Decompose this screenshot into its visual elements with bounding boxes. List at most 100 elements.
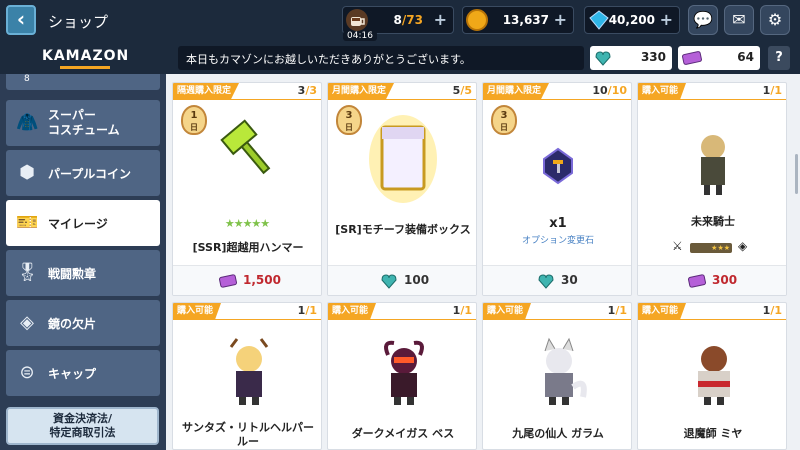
ticket-icon: 🎫 — [16, 212, 39, 233]
shop-item-card[interactable]: 購入可能 1/1 退魔師 ミヤ — [637, 302, 787, 450]
purchase-count: 1/1 — [297, 304, 317, 317]
purchase-count: 5/5 — [452, 84, 472, 97]
heart-gem-icon — [538, 274, 554, 289]
sidebar-item-label: パープルコイン — [48, 167, 132, 181]
coffee-icon — [346, 9, 368, 31]
help-button[interactable]: ? — [768, 46, 790, 70]
sidebar-item-super-costume[interactable]: 🧥 スーパー コスチューム — [6, 100, 160, 146]
day-reset-badge: 3日 — [336, 105, 362, 135]
option-stone-icon — [538, 145, 578, 185]
price-row: 30 — [483, 265, 631, 295]
kamazon-logo: KAMAZON — [42, 48, 130, 64]
star-rank-icon: ★★★ — [690, 243, 732, 253]
shop-item-card[interactable]: 月間購入限定 10/10 3日 x1 オプション変更石 30 — [482, 82, 632, 296]
chat-button[interactable]: 💬 — [688, 5, 718, 35]
heart-currency: 330 — [590, 46, 672, 70]
shop-item-card[interactable]: 月間購入限定 5/5 3日 [SR]モチーフ装備ボックス 100 — [327, 82, 477, 296]
purchase-limit-tag: 購入可能 — [173, 303, 222, 319]
sidebar-item-label: 鏡の欠片 — [48, 317, 97, 331]
rarity-stars: ★★★★★ — [224, 217, 270, 230]
purple-coin-icon: ⬢ — [19, 162, 35, 183]
item-quantity: x1 — [549, 216, 567, 231]
character-sprite — [374, 337, 434, 407]
legal-info-button[interactable]: 資金決済法/ 特定商取引法 — [6, 407, 159, 445]
shop-item-card[interactable]: 隔週購入限定 3/3 1日 ★★★★★ [SSR]超越用ハンマー 1,500 — [172, 82, 322, 296]
gold-display: 13,637 + — [462, 6, 574, 34]
item-name: オプション変更石 — [521, 236, 594, 246]
item-name: ダークメイガス ベス — [351, 427, 455, 440]
item-name: [SR]モチーフ装備ボックス — [335, 223, 471, 236]
sidebar-item-battle-medal[interactable]: 🎖 戦闘勲章 — [6, 250, 160, 296]
gem-value: 40,200 — [608, 13, 655, 27]
purchase-limit-tag: 月間購入限定 — [483, 83, 550, 99]
item-name: 退魔師 ミヤ — [683, 427, 743, 440]
ticket-currency-value: 64 — [737, 50, 754, 64]
purchase-count: 1/1 — [452, 304, 472, 317]
stamina-plus-button[interactable]: + — [434, 10, 447, 29]
gold-plus-button[interactable]: + — [554, 10, 567, 29]
gem-plus-button[interactable]: + — [660, 10, 673, 29]
price-row: 1,500 — [173, 265, 321, 295]
mail-icon: ✉ — [732, 10, 746, 29]
sidebar-item-mileage[interactable]: 🎫 マイレージ — [6, 200, 160, 246]
sidebar-item-mirror-shard[interactable]: ◈ 鏡の欠片 — [6, 300, 160, 346]
item-name: 九尾の仙人 ガラム — [512, 427, 604, 440]
gold-value: 13,637 — [502, 13, 549, 27]
character-sprite — [686, 127, 740, 197]
shop-item-card[interactable]: 購入可能 1/1 未来騎士 ⚔ ★★★ ◈ 300 — [637, 82, 787, 296]
equipment-box-icon — [368, 109, 438, 209]
day-reset-badge: 3日 — [491, 105, 517, 135]
medal-icon: 🎖 — [16, 262, 39, 283]
notice-banner: 本日もカマゾンにお越しいただきありがとうございます。 — [178, 46, 584, 70]
purchase-limit-tag: 購入可能 — [328, 303, 377, 319]
shop-item-card[interactable]: 購入可能 1/1 九尾の仙人 ガラム — [482, 302, 632, 450]
item-name: サンタズ・リトルヘルパー ルー — [182, 421, 314, 448]
element-icon: ◈ — [738, 239, 748, 253]
purchase-count: 10/10 — [592, 84, 627, 97]
gold-coin-icon — [466, 9, 488, 31]
back-button[interactable]: ‹ — [6, 5, 36, 35]
stamina-value: 8 — [393, 13, 402, 27]
stamina-display: 8/73 + 04:16 — [342, 6, 454, 41]
top-bar: ‹ ショップ 8/73 + 04:16 13,637 + 40,200 + 💬 … — [0, 0, 800, 42]
heart-gem-icon — [594, 49, 612, 67]
price-value: 1,500 — [243, 273, 281, 287]
character-sprite — [529, 337, 589, 407]
gear-icon: ⚙ — [767, 10, 783, 29]
stamina-max: /73 — [401, 13, 423, 27]
mail-button[interactable]: ✉ — [724, 5, 754, 35]
purchase-limit-tag: 購入可能 — [638, 83, 687, 99]
category-sidebar: 8 🧥 スーパー コスチューム ⬢ パープルコイン 🎫 マイレージ 🎖 戦闘勲章… — [0, 74, 166, 450]
character-attributes: ⚔ ★★★ ◈ — [672, 239, 754, 255]
shop-item-grid: 隔週購入限定 3/3 1日 ★★★★★ [SSR]超越用ハンマー 1,500 月… — [166, 74, 800, 450]
sidebar-item-label: スーパー コスチューム — [48, 108, 120, 137]
settings-button[interactable]: ⚙ — [760, 5, 790, 35]
shop-item-card[interactable]: 購入可能 1/1 ダークメイガス ベス — [327, 302, 477, 450]
sidebar-item-label: マイレージ — [48, 217, 108, 231]
sidebar-item-label: 戦闘勲章 — [48, 267, 97, 281]
price-row: 100 — [328, 265, 476, 295]
logo-underline — [60, 66, 110, 69]
scrollbar[interactable] — [795, 154, 798, 194]
ticket-icon — [688, 274, 706, 288]
character-sprite — [684, 337, 744, 407]
purchase-count: 1/1 — [762, 304, 782, 317]
purchase-count: 1/1 — [607, 304, 627, 317]
sidebar-item-purple-coin[interactable]: ⬢ パープルコイン — [6, 150, 160, 196]
purchase-count: 1/1 — [762, 84, 782, 97]
gem-display: 40,200 + — [584, 6, 680, 34]
sidebar-item-partial[interactable]: 8 — [6, 74, 160, 90]
purchase-limit-tag: 隔週購入限定 — [173, 83, 240, 99]
price-row: 300 — [638, 265, 786, 295]
purchase-limit-tag: 購入可能 — [638, 303, 687, 319]
sword-icon: ⚔ — [672, 239, 683, 253]
sidebar-item-cap[interactable]: ⊜ キャップ — [6, 350, 160, 396]
shop-item-card[interactable]: 購入可能 1/1 サンタズ・リトルヘルパー ルー — [172, 302, 322, 450]
ticket-currency: 64 — [678, 46, 760, 70]
item-name: [SSR]超越用ハンマー — [192, 241, 304, 254]
gem-icon — [588, 9, 610, 31]
price-value: 300 — [712, 273, 738, 287]
heart-gem-icon — [381, 274, 397, 289]
price-value: 30 — [561, 273, 578, 287]
hammer-icon — [213, 113, 283, 183]
